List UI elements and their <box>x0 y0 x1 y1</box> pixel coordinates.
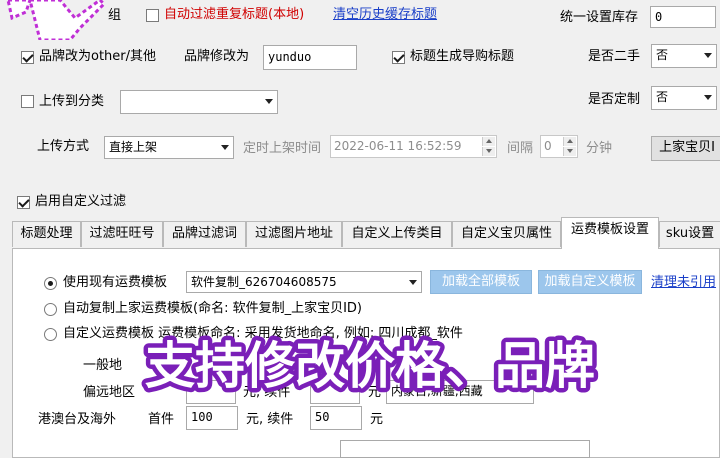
dedupe-titles-checkbox[interactable] <box>146 9 159 22</box>
caption-text: 支持修改价格、品牌 <box>145 337 595 395</box>
use-existing-template-label: 使用现有运费模板 <box>63 275 168 290</box>
upload-category-checkbox[interactable] <box>21 95 34 108</box>
clear-cache-link[interactable]: 清空历史缓存标题 <box>333 7 437 23</box>
hk-unit2-label: 元 <box>370 412 384 427</box>
stock-label: 统一设置库存 <box>560 10 639 25</box>
custom-template-radio[interactable] <box>44 328 57 341</box>
interval-label: 间隔 <box>507 141 534 156</box>
spin-down-icon[interactable] <box>482 147 495 156</box>
hk-unit-label: 元, 续件 <box>246 412 294 427</box>
spin-up-icon[interactable] <box>563 137 576 146</box>
load-custom-templates-button[interactable]: 加载自定义模板 <box>538 270 642 294</box>
upload-category-select[interactable] <box>120 90 278 114</box>
upload-category-label: 上传到分类 <box>39 94 105 109</box>
partial-group-label: 组 <box>108 8 122 23</box>
chevron-down-icon <box>704 53 712 58</box>
use-existing-template-radio[interactable] <box>44 277 57 290</box>
custom-made-value: 否 <box>656 90 669 104</box>
brand-other-label: 品牌改为other/其他 <box>39 49 157 64</box>
hk-first-label: 首件 <box>148 412 175 427</box>
cleanup-unused-link[interactable]: 清理未引用 <box>651 275 716 291</box>
shopping-title-checkbox[interactable] <box>392 51 405 64</box>
custom-made-label: 是否定制 <box>588 92 641 107</box>
chevron-down-icon <box>265 99 273 104</box>
copy-prev-template-radio[interactable] <box>44 303 57 316</box>
copy-prev-template-label: 自动复制上家运费模板(命名: 软件复制_上家宝贝ID) <box>63 301 363 316</box>
template-value: 软件复制_626704608575 <box>191 275 337 289</box>
brand-other-checkbox[interactable] <box>21 51 34 64</box>
tab-shipping-template[interactable]: 运费模板设置 <box>561 217 659 249</box>
hk-cont-input[interactable]: 50 <box>310 406 362 430</box>
upload-method-select[interactable]: 直接上架 <box>104 136 234 159</box>
hk-first-input[interactable]: 100 <box>186 406 238 430</box>
tab-title-processing[interactable]: 标题处理 <box>12 221 81 247</box>
chevron-down-icon <box>221 145 229 150</box>
tab-brand-filter[interactable]: 品牌过滤词 <box>163 221 246 247</box>
custom-filter-checkbox[interactable] <box>17 196 30 209</box>
hk-overseas-label: 港澳台及海外 <box>38 412 117 427</box>
tab-filter-wangwang[interactable]: 过滤旺旺号 <box>81 221 163 247</box>
brand-change-label: 品牌修改为 <box>184 49 250 64</box>
interval-stepper[interactable]: 0 <box>540 135 578 158</box>
interval-value: 0 <box>544 139 552 153</box>
spin-up-icon[interactable] <box>482 137 495 146</box>
tab-custom-upload-category[interactable]: 自定义上传类目 <box>342 221 452 247</box>
chevron-down-icon <box>704 95 712 100</box>
template-select[interactable]: 软件复制_626704608575 <box>186 271 422 293</box>
load-all-templates-button[interactable]: 加载全部模板 <box>430 270 532 294</box>
schedule-label: 定时上架时间 <box>243 141 322 156</box>
upload-method-value: 直接上架 <box>109 140 158 154</box>
brand-input[interactable]: yunduo <box>263 45 357 70</box>
custom-made-select[interactable]: 否 <box>651 86 717 110</box>
bottom-field[interactable] <box>340 440 590 458</box>
custom-filter-label: 启用自定义过滤 <box>35 194 127 209</box>
upload-prev-id-button[interactable]: 上家宝贝I <box>651 136 720 161</box>
second-hand-value: 否 <box>656 48 669 62</box>
stock-input[interactable]: 0 <box>650 6 716 28</box>
caption-overlay: 支持修改价格、品牌 <box>141 333 600 400</box>
tab-sku-settings[interactable]: sku设置 <box>659 221 720 247</box>
tab-custom-item-attributes[interactable]: 自定义宝贝属性 <box>452 221 561 247</box>
spin-down-icon[interactable] <box>563 147 576 156</box>
hand-cursor-icon <box>6 0 107 40</box>
chevron-down-icon <box>409 280 417 285</box>
second-hand-label: 是否二手 <box>588 49 641 64</box>
schedule-datetime-input[interactable]: 2022-06-11 16:52:59 <box>330 135 497 158</box>
shopping-title-label: 标题生成导购标题 <box>410 49 515 64</box>
dedupe-titles-label: 自动过滤重复标题(本地) <box>164 7 305 22</box>
second-hand-select[interactable]: 否 <box>651 44 717 68</box>
tab-filter-image-url[interactable]: 过滤图片地址 <box>246 221 342 247</box>
minutes-label: 分钟 <box>586 141 613 156</box>
schedule-value: 2022-06-11 16:52:59 <box>334 139 462 153</box>
upload-method-label: 上传方式 <box>37 139 90 154</box>
